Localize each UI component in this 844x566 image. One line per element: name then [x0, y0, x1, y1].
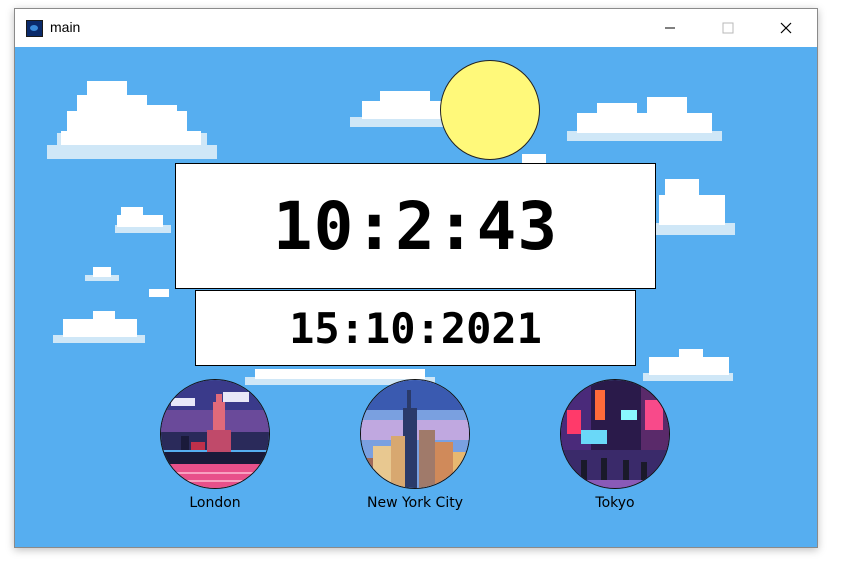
cloud-icon [115, 207, 171, 233]
new-york-image[interactable] [360, 379, 470, 489]
sky-background: 10:2:43 15:10:2021 London New York City … [15, 47, 817, 547]
cloud-icon [47, 81, 217, 159]
cloud-icon [350, 91, 450, 127]
cloud-icon [149, 289, 169, 297]
app-window: main 10:2:43 15:10:2021 London New York … [14, 8, 818, 548]
cloud-icon [643, 349, 733, 381]
london-image[interactable] [160, 379, 270, 489]
city-label-tokyo: Tokyo [595, 495, 635, 511]
sun [440, 60, 540, 160]
cloud-icon [567, 97, 722, 141]
title-bar[interactable]: main [15, 9, 817, 47]
date-text: 15:10:2021 [289, 303, 542, 353]
maximize-icon [722, 22, 734, 34]
time-display: 10:2:43 [175, 163, 656, 289]
city-label-london: London [189, 495, 241, 511]
app-icon [26, 20, 43, 37]
tokyo-image[interactable] [560, 379, 670, 489]
date-display: 15:10:2021 [195, 290, 636, 366]
cloud-icon [53, 311, 145, 343]
minimize-button[interactable] [641, 9, 699, 47]
close-icon [780, 22, 792, 34]
time-text: 10:2:43 [272, 187, 559, 265]
close-button[interactable] [757, 9, 815, 47]
maximize-button[interactable] [699, 9, 757, 47]
cloud-icon [85, 267, 119, 281]
window-title: main [50, 19, 81, 35]
minimize-icon [665, 27, 675, 29]
city-label-new-york: New York City [367, 495, 463, 511]
cloud-icon [655, 179, 735, 235]
